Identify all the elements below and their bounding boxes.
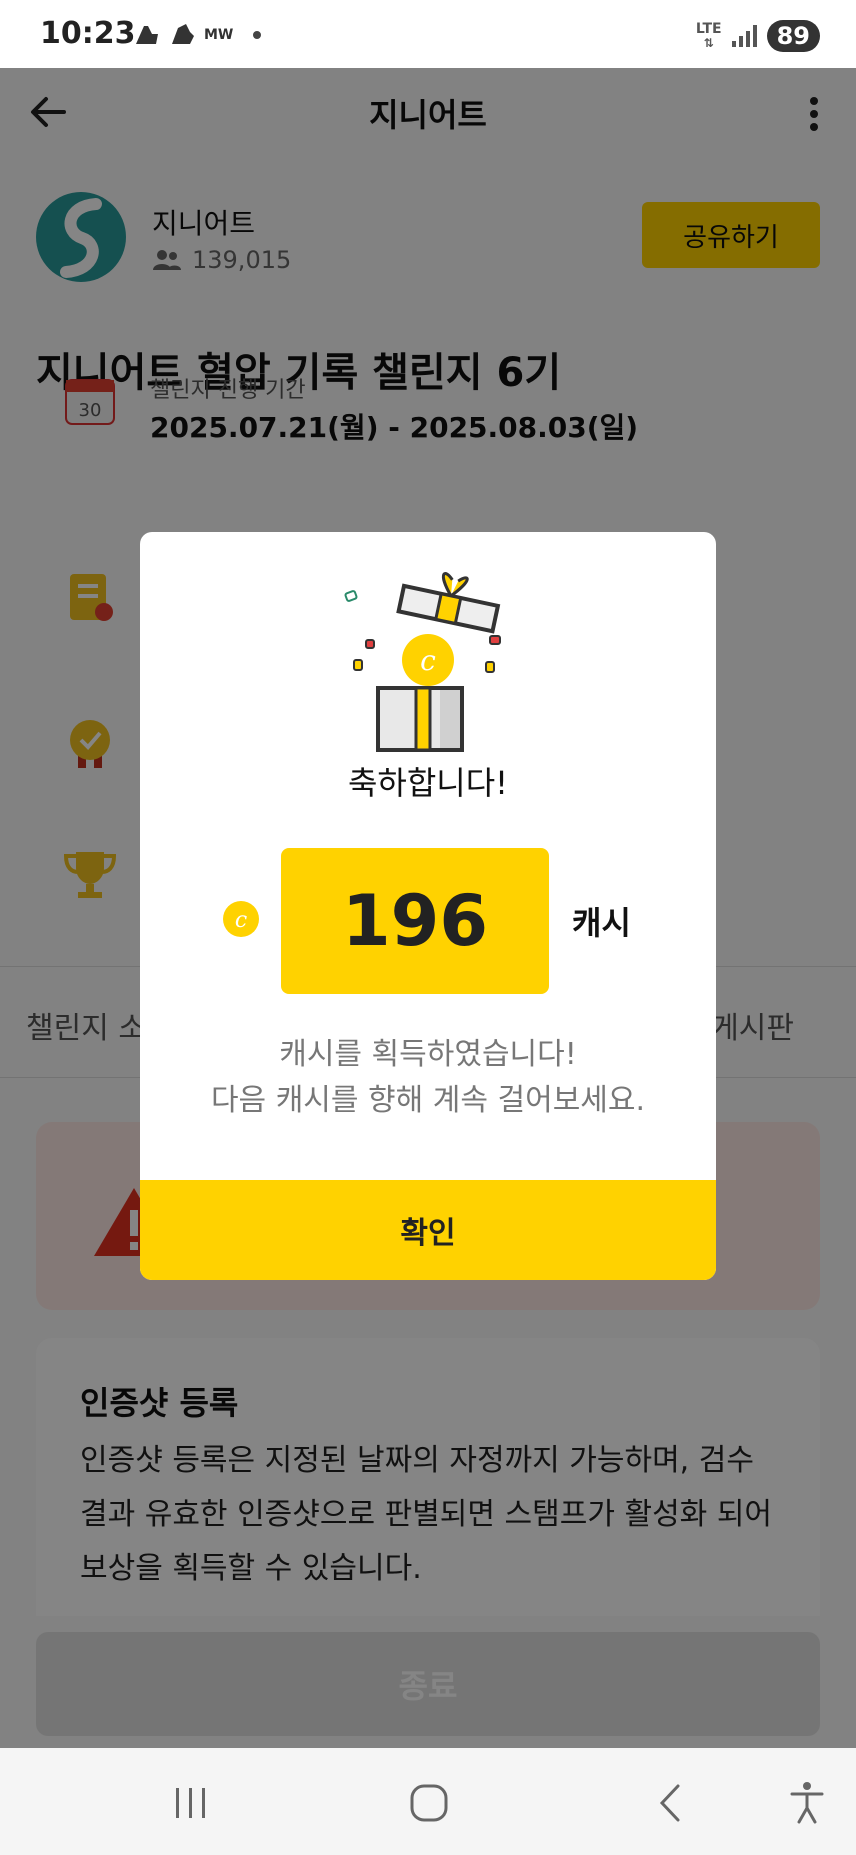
notification-dot-icon bbox=[253, 31, 262, 39]
battery-indicator: 89 bbox=[766, 20, 820, 52]
notification-app-icon bbox=[136, 26, 158, 44]
signal-icon bbox=[731, 25, 757, 47]
reward-dialog: c 축하합니다! c 196 캐시 캐시를 획득하였습니다! 다음 캐시를 향해… bbox=[140, 532, 716, 1280]
notification-app-icon-2 bbox=[172, 24, 194, 44]
recent-apps-icon[interactable] bbox=[166, 1778, 216, 1828]
status-time: 10:23 bbox=[40, 16, 136, 51]
accessibility-icon[interactable] bbox=[782, 1778, 832, 1828]
home-icon[interactable] bbox=[404, 1778, 454, 1828]
notification-mw: MW bbox=[204, 27, 234, 43]
status-right: LTE ⇅ 89 bbox=[696, 20, 820, 52]
gift-coin-symbol: c bbox=[420, 644, 436, 677]
system-nav-bar bbox=[0, 1748, 856, 1855]
back-nav-icon[interactable] bbox=[646, 1778, 696, 1828]
status-bar: 10:23 MW LTE ⇅ 89 bbox=[0, 0, 856, 68]
gift-box-icon: c bbox=[344, 572, 501, 752]
confirm-button[interactable]: 확인 bbox=[140, 1180, 716, 1280]
dialog-message-line2: 다음 캐시를 향해 계속 걸어보세요. bbox=[210, 1083, 646, 1118]
dialog-message: 캐시를 획득하였습니다! 다음 캐시를 향해 계속 걸어보세요. bbox=[140, 1032, 716, 1124]
network-type: LTE ⇅ bbox=[696, 22, 722, 50]
network-label: LTE bbox=[695, 21, 722, 37]
reward-amount: 196 bbox=[281, 848, 549, 994]
dialog-message-line1: 캐시를 획득하였습니다! bbox=[279, 1037, 577, 1072]
data-arrows-icon: ⇅ bbox=[703, 36, 714, 50]
cash-coin-icon: c bbox=[223, 901, 259, 937]
status-notifications: MW bbox=[132, 22, 262, 48]
cash-coin-symbol: c bbox=[235, 908, 247, 933]
reward-unit: 캐시 bbox=[572, 904, 631, 942]
dialog-title: 축하합니다! bbox=[347, 764, 509, 802]
